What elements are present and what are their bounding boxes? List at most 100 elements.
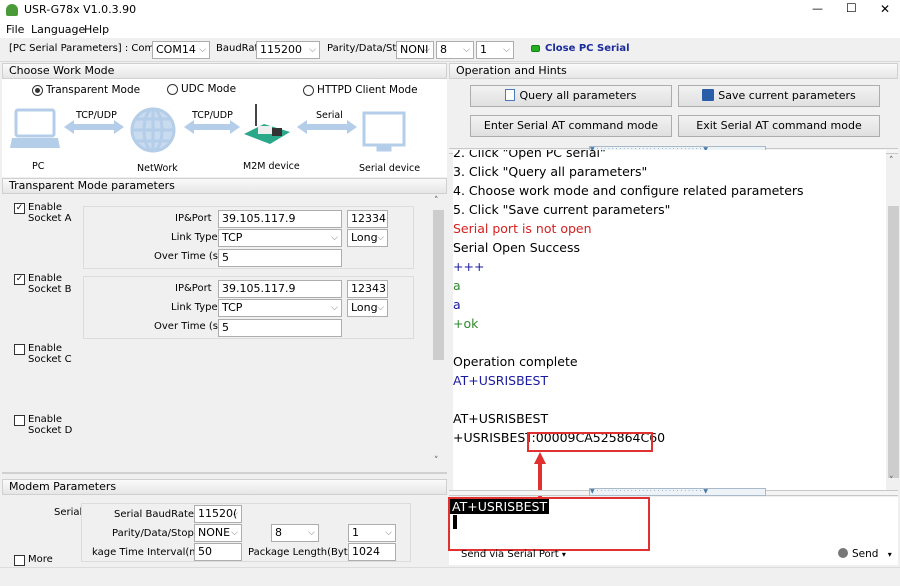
modem-params-header: Modem Parameters bbox=[2, 479, 447, 495]
chevron-down-icon: ⌵ bbox=[503, 45, 510, 55]
modem-stopbits-select[interactable]: 1 ⌵ bbox=[348, 524, 396, 542]
databits-select[interactable]: 8 ⌵ bbox=[436, 41, 474, 59]
send-input[interactable]: AT+USRISBEST bbox=[448, 497, 650, 551]
menu-bar: File Language Help bbox=[0, 20, 900, 38]
stopbits-select[interactable]: 1 ⌵ bbox=[476, 41, 514, 59]
splitter-bottom[interactable]: ▼ · · · · · · · · · · · · · · · · · · · … bbox=[449, 488, 898, 496]
socket-b-link-select[interactable]: TCP ⌵ bbox=[218, 299, 342, 317]
radio-transparent-mode[interactable] bbox=[32, 85, 43, 96]
radio-httpd-client-mode[interactable] bbox=[303, 85, 314, 96]
close-button[interactable]: ✕ bbox=[880, 2, 890, 16]
modem-pkglen-label: Package Length(Bytes) bbox=[248, 547, 363, 558]
chevron-down-icon: ⌵ bbox=[331, 303, 338, 313]
more-checkbox[interactable] bbox=[14, 555, 25, 566]
exit-at-mode-button[interactable]: Exit Serial AT command mode bbox=[678, 115, 880, 137]
diagram-network-label: NetWork bbox=[137, 163, 178, 174]
log-line: 3. Click "Query all parameters" bbox=[453, 164, 648, 179]
socket-a-enable-label: Enable bbox=[28, 202, 63, 213]
socket-a-conn-select[interactable]: Long ⌵ bbox=[347, 229, 388, 247]
send-via-dropdown[interactable]: Send via Serial Port ▾ bbox=[461, 549, 566, 560]
send-label: Send bbox=[852, 548, 879, 560]
socket-b-checkbox[interactable]: ✓ bbox=[14, 274, 25, 285]
floppy-disk-icon bbox=[702, 89, 715, 101]
send-via-label: Send via Serial Port bbox=[461, 549, 559, 560]
httpd-client-mode-label[interactable]: HTTPD Client Mode bbox=[317, 84, 418, 96]
enter-at-mode-button[interactable]: Enter Serial AT command mode bbox=[470, 115, 672, 137]
log-scrollbar[interactable]: ˄ ˅ bbox=[886, 156, 900, 490]
modem-serial-label: Serial bbox=[54, 507, 83, 518]
chevron-down-icon: ⌵ bbox=[308, 528, 315, 538]
socket-a-link-label: Link Type bbox=[171, 232, 218, 243]
log-line: +++ bbox=[453, 259, 485, 274]
log-line: AT+USRISBEST bbox=[453, 411, 549, 426]
scrollbar-thumb[interactable] bbox=[433, 210, 444, 360]
modem-pkglen-input[interactable]: 1024 bbox=[348, 543, 396, 561]
log-line: 2. Click "Open PC serial" bbox=[453, 150, 606, 160]
serial-status-led-icon bbox=[531, 45, 540, 52]
menu-help[interactable]: Help bbox=[84, 23, 109, 36]
more-label: More bbox=[28, 554, 53, 565]
scroll-down-icon[interactable]: ˅ bbox=[434, 456, 439, 466]
log-line: a bbox=[453, 297, 461, 312]
socket-d-name-label: Socket D bbox=[28, 425, 73, 436]
socket-a-port-input[interactable]: 12334 bbox=[347, 210, 388, 228]
socket-a-link-value: TCP bbox=[222, 231, 243, 244]
baudrate-value: 115200 bbox=[260, 43, 302, 56]
socket-a-checkbox[interactable]: ✓ bbox=[14, 203, 25, 214]
parity-select[interactable]: NONI ⌵ bbox=[396, 41, 434, 59]
scroll-down-icon[interactable]: ˅ bbox=[889, 476, 894, 486]
modem-interval-input[interactable]: 50 bbox=[194, 543, 242, 561]
transparent-params-scrollbar[interactable]: ˄ ˅ bbox=[431, 196, 445, 472]
socket-a-timeout-label: Over Time (s) bbox=[154, 251, 222, 262]
socket-b-conn-select[interactable]: Long ⌵ bbox=[347, 299, 388, 317]
socket-b-port-input[interactable]: 12343 bbox=[347, 280, 388, 298]
modem-parity-select[interactable]: NONE ⌵ bbox=[194, 524, 242, 542]
chevron-down-icon: ⌵ bbox=[309, 45, 316, 55]
log-line: +ok bbox=[453, 316, 479, 331]
baudrate-select[interactable]: 115200 ⌵ bbox=[256, 41, 320, 59]
send-button[interactable]: Send ▾ bbox=[838, 548, 892, 560]
close-pc-serial-button[interactable]: Close PC Serial bbox=[545, 43, 630, 54]
comname-value: COM14 bbox=[156, 43, 196, 56]
caret-down-icon[interactable]: ▾ bbox=[888, 550, 892, 559]
save-current-parameters-button[interactable]: Save current parameters bbox=[678, 85, 880, 107]
log-line: Serial Open Success bbox=[453, 240, 581, 255]
modem-databits-select[interactable]: 8 ⌵ bbox=[271, 524, 319, 542]
transparent-mode-label[interactable]: Transparent Mode bbox=[46, 84, 140, 96]
log-line: Operation complete bbox=[453, 354, 578, 369]
query-all-parameters-button[interactable]: Query all parameters bbox=[470, 85, 672, 107]
scroll-up-icon[interactable]: ˄ bbox=[434, 196, 439, 206]
socket-b-ip-input[interactable]: 39.105.117.9 bbox=[218, 280, 342, 298]
modem-baud-select[interactable]: 11520(⌵ bbox=[194, 505, 242, 523]
modem-interval-label: kage Time Interval(ms) bbox=[92, 547, 209, 558]
send-input-text: AT+USRISBEST bbox=[450, 499, 550, 514]
socket-a-timeout-input[interactable]: 5 bbox=[218, 249, 342, 267]
menu-file[interactable]: File bbox=[6, 23, 24, 36]
socket-d-enable-label: Enable bbox=[28, 414, 63, 425]
minimize-button[interactable]: — bbox=[812, 2, 823, 15]
menu-language[interactable]: Language bbox=[31, 23, 85, 36]
socket-b-link-value: TCP bbox=[222, 301, 243, 314]
log-output: 2. Click "Open PC serial" 3. Click "Quer… bbox=[453, 150, 886, 490]
work-mode-header: Choose Work Mode bbox=[2, 63, 447, 79]
comname-select[interactable]: COM14 ⌵ bbox=[152, 41, 210, 59]
log-line: AT+USRISBEST bbox=[453, 373, 549, 388]
scroll-up-icon[interactable]: ˄ bbox=[889, 156, 894, 166]
socket-b-timeout-input[interactable]: 5 bbox=[218, 319, 342, 337]
udc-mode-label[interactable]: UDC Mode bbox=[181, 83, 236, 95]
socket-b-conn-value: Long bbox=[351, 301, 378, 314]
socket-a-link-select[interactable]: TCP ⌵ bbox=[218, 229, 342, 247]
log-line: Serial port is not open bbox=[453, 221, 592, 236]
log-line: 4. Choose work mode and configure relate… bbox=[453, 183, 804, 198]
scrollbar-thumb[interactable] bbox=[888, 206, 899, 478]
socket-c-checkbox[interactable] bbox=[14, 344, 25, 355]
splitter-grip[interactable]: ▼ · · · · · · · · · · · · · · · · · · · … bbox=[589, 488, 766, 496]
radio-udc-mode[interactable] bbox=[167, 84, 178, 95]
maximize-button[interactable]: ☐ bbox=[846, 1, 857, 15]
double-arrow-icon bbox=[64, 120, 357, 134]
log-line: 5. Click "Save current parameters" bbox=[453, 202, 671, 217]
modem-databits-value: 8 bbox=[275, 526, 282, 539]
socket-a-ip-input[interactable]: 39.105.117.9 bbox=[218, 210, 342, 228]
socket-d-checkbox[interactable] bbox=[14, 415, 25, 426]
